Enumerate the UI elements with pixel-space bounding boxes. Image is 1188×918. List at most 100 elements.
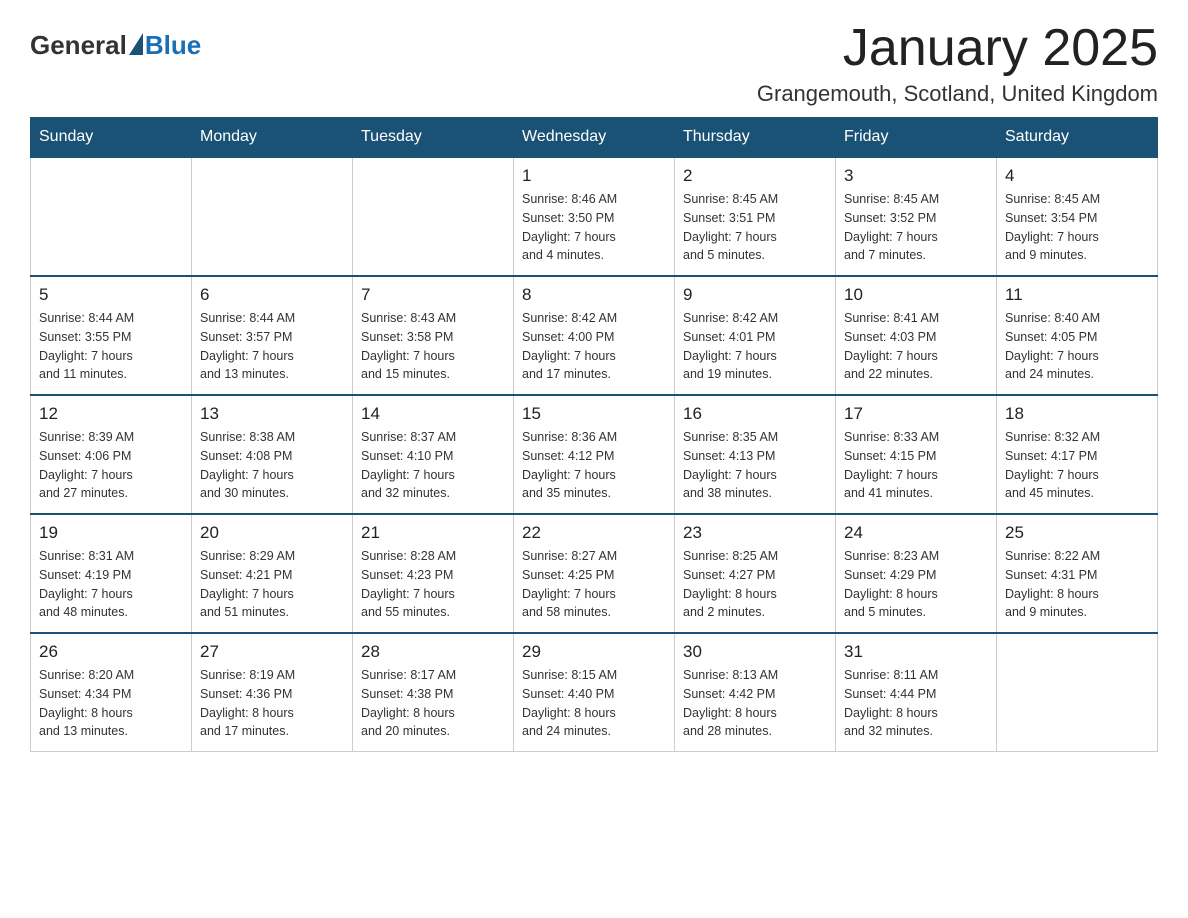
week-row-2: 5 Sunrise: 8:44 AM Sunset: 3:55 PM Daylig… <box>31 276 1158 395</box>
day-number: 5 <box>39 285 183 305</box>
day-number: 4 <box>1005 166 1149 186</box>
day-number: 28 <box>361 642 505 662</box>
week-row-4: 19 Sunrise: 8:31 AM Sunset: 4:19 PM Dayli… <box>31 514 1158 633</box>
header: General Blue January 2025 Grangemouth, S… <box>30 20 1158 107</box>
calendar-cell: 12 Sunrise: 8:39 AM Sunset: 4:06 PM Dayli… <box>31 395 192 514</box>
day-info: Sunrise: 8:32 AM Sunset: 4:17 PM Dayligh… <box>1005 428 1149 503</box>
day-info: Sunrise: 8:38 AM Sunset: 4:08 PM Dayligh… <box>200 428 344 503</box>
calendar-cell: 2Sunrise: 8:45 AM Sunset: 3:51 PM Daylig… <box>675 157 836 276</box>
day-info: Sunrise: 8:39 AM Sunset: 4:06 PM Dayligh… <box>39 428 183 503</box>
calendar-cell: 18Sunrise: 8:32 AM Sunset: 4:17 PM Dayli… <box>997 395 1158 514</box>
week-row-1: 1 Sunrise: 8:46 AM Sunset: 3:50 PM Daylig… <box>31 157 1158 276</box>
logo-general-text: General <box>30 30 127 61</box>
day-number: 10 <box>844 285 988 305</box>
calendar-cell: 7Sunrise: 8:43 AM Sunset: 3:58 PM Daylig… <box>353 276 514 395</box>
col-header-sunday: Sunday <box>31 118 192 158</box>
day-number: 25 <box>1005 523 1149 543</box>
calendar-cell: 13Sunrise: 8:38 AM Sunset: 4:08 PM Dayli… <box>192 395 353 514</box>
day-info: Sunrise: 8:45 AM Sunset: 3:51 PM Dayligh… <box>683 190 827 265</box>
day-info: Sunrise: 8:46 AM Sunset: 3:50 PM Dayligh… <box>522 190 666 265</box>
day-info: Sunrise: 8:42 AM Sunset: 4:01 PM Dayligh… <box>683 309 827 384</box>
day-info: Sunrise: 8:45 AM Sunset: 3:54 PM Dayligh… <box>1005 190 1149 265</box>
calendar-cell: 16 Sunrise: 8:35 AM Sunset: 4:13 PM Dayli… <box>675 395 836 514</box>
calendar-cell <box>997 633 1158 752</box>
day-info: Sunrise: 8:33 AM Sunset: 4:15 PM Dayligh… <box>844 428 988 503</box>
calendar-cell: 15Sunrise: 8:36 AM Sunset: 4:12 PM Dayli… <box>514 395 675 514</box>
day-info: Sunrise: 8:42 AM Sunset: 4:00 PM Dayligh… <box>522 309 666 384</box>
day-number: 20 <box>200 523 344 543</box>
day-info: Sunrise: 8:20 AM Sunset: 4:34 PM Dayligh… <box>39 666 183 741</box>
day-info: Sunrise: 8:41 AM Sunset: 4:03 PM Dayligh… <box>844 309 988 384</box>
day-info: Sunrise: 8:45 AM Sunset: 3:52 PM Dayligh… <box>844 190 988 265</box>
day-info: Sunrise: 8:31 AM Sunset: 4:19 PM Dayligh… <box>39 547 183 622</box>
days-header-row: SundayMondayTuesdayWednesdayThursdayFrid… <box>31 118 1158 158</box>
calendar-cell: 25 Sunrise: 8:22 AM Sunset: 4:31 PM Dayli… <box>997 514 1158 633</box>
logo-blue-text: Blue <box>145 30 201 61</box>
calendar-cell <box>353 157 514 276</box>
day-number: 29 <box>522 642 666 662</box>
day-number: 3 <box>844 166 988 186</box>
day-number: 26 <box>39 642 183 662</box>
day-info: Sunrise: 8:29 AM Sunset: 4:21 PM Dayligh… <box>200 547 344 622</box>
day-number: 11 <box>1005 285 1149 305</box>
day-info: Sunrise: 8:28 AM Sunset: 4:23 PM Dayligh… <box>361 547 505 622</box>
calendar-cell: 30 Sunrise: 8:13 AM Sunset: 4:42 PM Dayli… <box>675 633 836 752</box>
day-info: Sunrise: 8:17 AM Sunset: 4:38 PM Dayligh… <box>361 666 505 741</box>
calendar-cell: 31Sunrise: 8:11 AM Sunset: 4:44 PM Dayli… <box>836 633 997 752</box>
day-number: 9 <box>683 285 827 305</box>
calendar-cell: 22Sunrise: 8:27 AM Sunset: 4:25 PM Dayli… <box>514 514 675 633</box>
day-info: Sunrise: 8:15 AM Sunset: 4:40 PM Dayligh… <box>522 666 666 741</box>
day-number: 12 <box>39 404 183 424</box>
day-info: Sunrise: 8:13 AM Sunset: 4:42 PM Dayligh… <box>683 666 827 741</box>
day-number: 24 <box>844 523 988 543</box>
calendar-cell: 23Sunrise: 8:25 AM Sunset: 4:27 PM Dayli… <box>675 514 836 633</box>
day-number: 14 <box>361 404 505 424</box>
day-number: 15 <box>522 404 666 424</box>
day-number: 31 <box>844 642 988 662</box>
day-info: Sunrise: 8:44 AM Sunset: 3:55 PM Dayligh… <box>39 309 183 384</box>
calendar-subtitle: Grangemouth, Scotland, United Kingdom <box>757 81 1158 107</box>
day-info: Sunrise: 8:43 AM Sunset: 3:58 PM Dayligh… <box>361 309 505 384</box>
day-info: Sunrise: 8:37 AM Sunset: 4:10 PM Dayligh… <box>361 428 505 503</box>
logo-triangle-icon <box>129 33 143 55</box>
day-number: 16 <box>683 404 827 424</box>
calendar-cell: 27Sunrise: 8:19 AM Sunset: 4:36 PM Dayli… <box>192 633 353 752</box>
calendar-title: January 2025 <box>757 20 1158 77</box>
col-header-saturday: Saturday <box>997 118 1158 158</box>
day-number: 23 <box>683 523 827 543</box>
day-number: 8 <box>522 285 666 305</box>
day-info: Sunrise: 8:44 AM Sunset: 3:57 PM Dayligh… <box>200 309 344 384</box>
day-number: 1 <box>522 166 666 186</box>
calendar-cell <box>192 157 353 276</box>
calendar-cell: 6 Sunrise: 8:44 AM Sunset: 3:57 PM Daylig… <box>192 276 353 395</box>
day-info: Sunrise: 8:23 AM Sunset: 4:29 PM Dayligh… <box>844 547 988 622</box>
day-info: Sunrise: 8:35 AM Sunset: 4:13 PM Dayligh… <box>683 428 827 503</box>
calendar-cell: 17Sunrise: 8:33 AM Sunset: 4:15 PM Dayli… <box>836 395 997 514</box>
week-row-5: 26 Sunrise: 8:20 AM Sunset: 4:34 PM Dayli… <box>31 633 1158 752</box>
day-number: 21 <box>361 523 505 543</box>
col-header-friday: Friday <box>836 118 997 158</box>
day-info: Sunrise: 8:40 AM Sunset: 4:05 PM Dayligh… <box>1005 309 1149 384</box>
day-number: 6 <box>200 285 344 305</box>
calendar-cell: 4 Sunrise: 8:45 AM Sunset: 3:54 PM Daylig… <box>997 157 1158 276</box>
calendar-cell: 3 Sunrise: 8:45 AM Sunset: 3:52 PM Daylig… <box>836 157 997 276</box>
calendar-cell <box>31 157 192 276</box>
day-info: Sunrise: 8:22 AM Sunset: 4:31 PM Dayligh… <box>1005 547 1149 622</box>
calendar-cell: 5 Sunrise: 8:44 AM Sunset: 3:55 PM Daylig… <box>31 276 192 395</box>
calendar-table: SundayMondayTuesdayWednesdayThursdayFrid… <box>30 117 1158 752</box>
day-number: 27 <box>200 642 344 662</box>
day-number: 22 <box>522 523 666 543</box>
calendar-cell: 21 Sunrise: 8:28 AM Sunset: 4:23 PM Dayli… <box>353 514 514 633</box>
day-number: 30 <box>683 642 827 662</box>
calendar-cell: 19 Sunrise: 8:31 AM Sunset: 4:19 PM Dayli… <box>31 514 192 633</box>
day-number: 19 <box>39 523 183 543</box>
col-header-wednesday: Wednesday <box>514 118 675 158</box>
logo: General Blue <box>30 30 201 61</box>
col-header-monday: Monday <box>192 118 353 158</box>
calendar-cell: 24 Sunrise: 8:23 AM Sunset: 4:29 PM Dayli… <box>836 514 997 633</box>
calendar-cell: 26 Sunrise: 8:20 AM Sunset: 4:34 PM Dayli… <box>31 633 192 752</box>
calendar-cell: 14 Sunrise: 8:37 AM Sunset: 4:10 PM Dayli… <box>353 395 514 514</box>
calendar-cell: 28 Sunrise: 8:17 AM Sunset: 4:38 PM Dayli… <box>353 633 514 752</box>
week-row-3: 12 Sunrise: 8:39 AM Sunset: 4:06 PM Dayli… <box>31 395 1158 514</box>
calendar-cell: 9 Sunrise: 8:42 AM Sunset: 4:01 PM Daylig… <box>675 276 836 395</box>
